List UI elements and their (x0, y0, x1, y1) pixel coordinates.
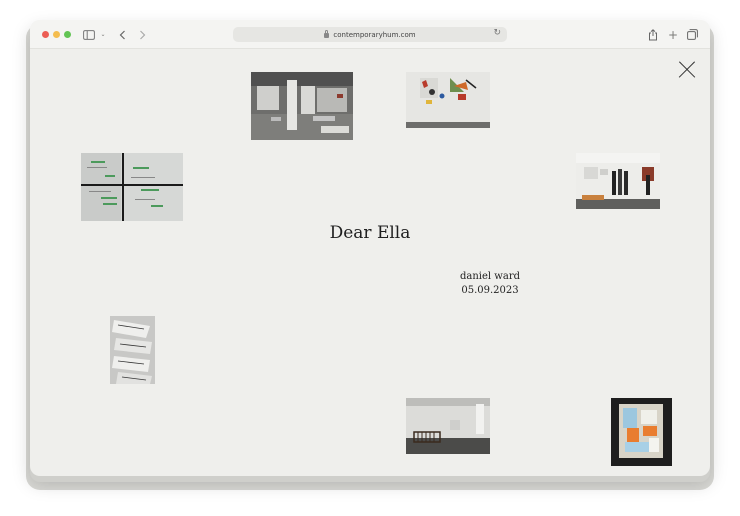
thumbnail-printed-sheets[interactable] (110, 316, 155, 384)
thumbnail-map-drawing[interactable] (81, 153, 183, 221)
tabs-icon (686, 29, 698, 40)
tab-overview-button[interactable] (686, 26, 698, 43)
wall-artwork-image (406, 72, 490, 128)
post-meta: daniel ward 05.09.2023 (430, 270, 550, 298)
author-name: daniel ward (460, 271, 520, 282)
map-drawing-image (81, 153, 183, 221)
close-icon[interactable] (678, 61, 696, 79)
thumbnail-crib-room[interactable] (406, 398, 490, 454)
chevron-down-icon[interactable]: ⌄ (99, 26, 107, 43)
zoom-window-button[interactable] (64, 31, 71, 38)
lock-icon (324, 30, 330, 38)
share-button[interactable] (647, 26, 659, 43)
share-icon (649, 28, 657, 40)
chevron-left-icon (119, 30, 125, 39)
color-collage-image (611, 398, 672, 466)
thumbnail-color-collage[interactable] (611, 398, 672, 466)
address-bar[interactable]: contemporaryhum.com ↻ (233, 27, 507, 42)
close-window-button[interactable] (42, 31, 49, 38)
thumbnail-wall-artwork[interactable] (406, 72, 490, 128)
plus-icon: + (667, 27, 679, 42)
crib-room-image (406, 398, 490, 454)
thumbnail-gallery-room[interactable] (251, 72, 353, 140)
minimize-window-button[interactable] (53, 31, 60, 38)
url-text: contemporaryhum.com (333, 30, 416, 39)
new-tab-button[interactable]: + (667, 26, 679, 43)
browser-window: ⌄ contemporaryhum.com ↻ + Dear Ella dani… (30, 20, 710, 476)
browser-toolbar: ⌄ contemporaryhum.com ↻ + (30, 20, 710, 49)
post-date: 05.09.2023 (461, 285, 519, 296)
thumbnail-visitors[interactable] (576, 153, 660, 209)
reload-icon[interactable]: ↻ (493, 28, 501, 38)
sidebar-icon (83, 29, 95, 40)
visitors-image (576, 153, 660, 209)
page-title: Dear Ella (329, 223, 411, 243)
chevron-right-icon (139, 30, 145, 39)
back-button[interactable] (117, 26, 127, 43)
forward-button[interactable] (137, 26, 147, 43)
gallery-room-image (251, 72, 353, 140)
printed-sheets-image (110, 316, 155, 384)
sidebar-toggle-button[interactable] (82, 26, 96, 43)
